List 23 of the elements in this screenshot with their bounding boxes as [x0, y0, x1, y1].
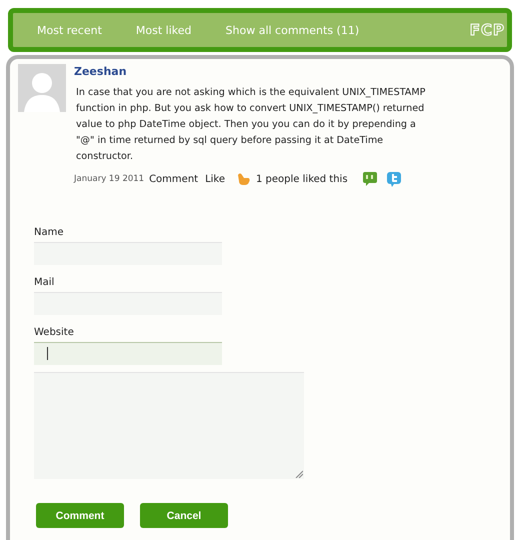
comment-button[interactable]: Comment — [36, 503, 124, 528]
input-field[interactable] — [34, 292, 222, 315]
comment-link[interactable]: Comment — [149, 174, 198, 184]
input-field[interactable] — [34, 342, 222, 365]
thumbs-up-icon — [237, 172, 252, 186]
twitter-icon[interactable] — [386, 171, 402, 187]
field-label: Mail — [34, 277, 56, 288]
likes-count: 1 people liked this — [256, 174, 348, 184]
resize-grip-icon[interactable] — [295, 470, 303, 478]
cancel-button[interactable]: Cancel — [140, 503, 228, 528]
like-link[interactable]: Like — [205, 174, 226, 184]
avatar-icon — [18, 64, 66, 112]
field-label: Name — [34, 227, 65, 238]
logo: FCP — [470, 21, 505, 39]
field-label: Website — [34, 327, 75, 338]
comment-text: In case that you are not asking which is the equivalent UNIX_TIMESTAMP function in php. But you ask how to convert UNIX_TIMESTAMP() returned value to php DateTime object. Then you you can do it by prepending a "@" in time returned by sql query before passing it at DateTime constructor. — [76, 86, 426, 164]
nav-tab[interactable]: Most liked — [136, 24, 192, 36]
nav-tab[interactable]: Most recent — [37, 24, 102, 36]
input-field[interactable] — [34, 242, 222, 265]
nav-tab[interactable]: Show all comments (11) — [226, 24, 360, 36]
author-link[interactable]: Zeeshan — [74, 65, 502, 78]
chat-icon[interactable] — [362, 171, 378, 187]
comment-date: January 19 2011 — [74, 174, 144, 184]
